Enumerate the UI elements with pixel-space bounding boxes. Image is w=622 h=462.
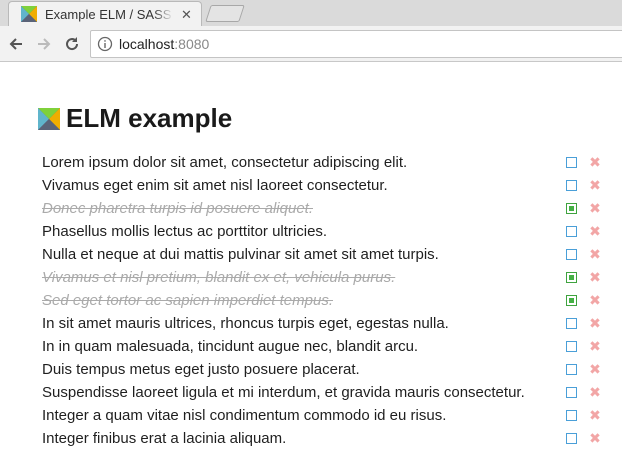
elm-logo-icon [21, 6, 37, 22]
todo-text[interactable]: Phasellus mollis lectus ac porttitor ult… [42, 223, 327, 240]
elm-logo-icon [38, 107, 60, 130]
delete-icon[interactable]: ✖ [588, 200, 602, 216]
info-icon[interactable] [97, 36, 113, 52]
todo-item: Donec pharetra turpis id posuere aliquet… [42, 197, 612, 220]
unchecked-checkbox-icon[interactable] [566, 341, 577, 352]
checked-checkbox-icon[interactable] [566, 295, 577, 306]
delete-icon[interactable]: ✖ [588, 223, 602, 239]
todo-text[interactable]: Suspendisse laoreet ligula et mi interdu… [42, 384, 525, 401]
delete-icon[interactable]: ✖ [588, 430, 602, 446]
todo-text[interactable]: In sit amet mauris ultrices, rhoncus tur… [42, 315, 449, 332]
todo-text[interactable]: Vivamus eget enim sit amet nisl laoreet … [42, 177, 388, 194]
unchecked-checkbox-icon[interactable] [566, 157, 577, 168]
unchecked-checkbox-icon[interactable] [566, 318, 577, 329]
delete-icon[interactable]: ✖ [588, 177, 602, 193]
todo-item: In in quam malesuada, tincidunt augue ne… [42, 335, 612, 358]
todo-item: Integer a quam vitae nisl condimentum co… [42, 404, 612, 427]
page-heading: ELM example [38, 103, 232, 134]
page-content: ELM example Lorem ipsum dolor sit amet, … [0, 63, 622, 462]
unchecked-checkbox-icon[interactable] [566, 180, 577, 191]
delete-icon[interactable]: ✖ [588, 384, 602, 400]
unchecked-checkbox-icon[interactable] [566, 249, 577, 260]
todo-text[interactable]: Integer a quam vitae nisl condimentum co… [42, 407, 446, 424]
todo-text[interactable]: Integer finibus erat a lacinia aliquam. [42, 430, 286, 447]
browser-toolbar: localhost:8080 [0, 26, 622, 62]
unchecked-checkbox-icon[interactable] [566, 364, 577, 375]
todo-list: Lorem ipsum dolor sit amet, consectetur … [42, 151, 612, 450]
delete-icon[interactable]: ✖ [588, 361, 602, 377]
forward-button[interactable] [32, 32, 56, 56]
todo-text[interactable]: Duis tempus metus eget justo posuere pla… [42, 361, 360, 378]
new-tab-button[interactable] [205, 5, 245, 22]
todo-item: Nulla et neque at dui mattis pulvinar si… [42, 243, 612, 266]
checked-checkbox-icon[interactable] [566, 203, 577, 214]
todo-text[interactable]: Lorem ipsum dolor sit amet, consectetur … [42, 154, 407, 171]
tab-title: Example ELM / SASS app [45, 6, 173, 22]
todo-item: Phasellus mollis lectus ac porttitor ult… [42, 220, 612, 243]
delete-icon[interactable]: ✖ [588, 246, 602, 262]
todo-item: Suspendisse laoreet ligula et mi interdu… [42, 381, 612, 404]
page-title: ELM example [66, 103, 233, 133]
todo-item: Integer finibus erat a lacinia aliquam. ✖ [42, 427, 612, 450]
checked-checkbox-icon[interactable] [566, 272, 577, 283]
address-bar[interactable]: localhost:8080 [90, 30, 622, 58]
forward-arrow-icon [38, 38, 51, 50]
todo-text[interactable]: Nulla et neque at dui mattis pulvinar si… [42, 246, 439, 263]
todo-text[interactable]: In in quam malesuada, tincidunt augue ne… [42, 338, 418, 355]
todo-item: Lorem ipsum dolor sit amet, consectetur … [42, 151, 612, 174]
back-button[interactable] [4, 32, 28, 56]
todo-item: Vivamus et nisl pretium, blandit ex et, … [42, 266, 612, 289]
delete-icon[interactable]: ✖ [588, 315, 602, 331]
back-arrow-icon [9, 38, 22, 50]
unchecked-checkbox-icon[interactable] [566, 410, 577, 421]
url-host: localhost [119, 36, 175, 52]
todo-item: Duis tempus metus eget justo posuere pla… [42, 358, 612, 381]
tab-close-icon[interactable]: ✕ [181, 8, 192, 21]
delete-icon[interactable]: ✖ [588, 338, 602, 354]
todo-text[interactable]: Vivamus et nisl pretium, blandit ex et, … [42, 269, 395, 286]
url-port: :8080 [174, 36, 210, 52]
delete-icon[interactable]: ✖ [588, 407, 602, 423]
reload-icon [66, 37, 79, 51]
browser-tab[interactable]: Example ELM / SASS app ✕ [8, 1, 202, 26]
unchecked-checkbox-icon[interactable] [566, 433, 577, 444]
todo-item: Vivamus eget enim sit amet nisl laoreet … [42, 174, 612, 197]
unchecked-checkbox-icon[interactable] [566, 226, 577, 237]
todo-item: Sed eget tortor ac sapien imperdiet temp… [42, 289, 612, 312]
delete-icon[interactable]: ✖ [588, 269, 602, 285]
unchecked-checkbox-icon[interactable] [566, 387, 577, 398]
delete-icon[interactable]: ✖ [588, 292, 602, 308]
todo-text[interactable]: Donec pharetra turpis id posuere aliquet… [42, 200, 313, 217]
delete-icon[interactable]: ✖ [588, 154, 602, 170]
tab-strip: Example ELM / SASS app ✕ [0, 0, 622, 26]
todo-item: In sit amet mauris ultrices, rhoncus tur… [42, 312, 612, 335]
todo-text[interactable]: Sed eget tortor ac sapien imperdiet temp… [42, 292, 333, 309]
reload-button[interactable] [60, 32, 84, 56]
